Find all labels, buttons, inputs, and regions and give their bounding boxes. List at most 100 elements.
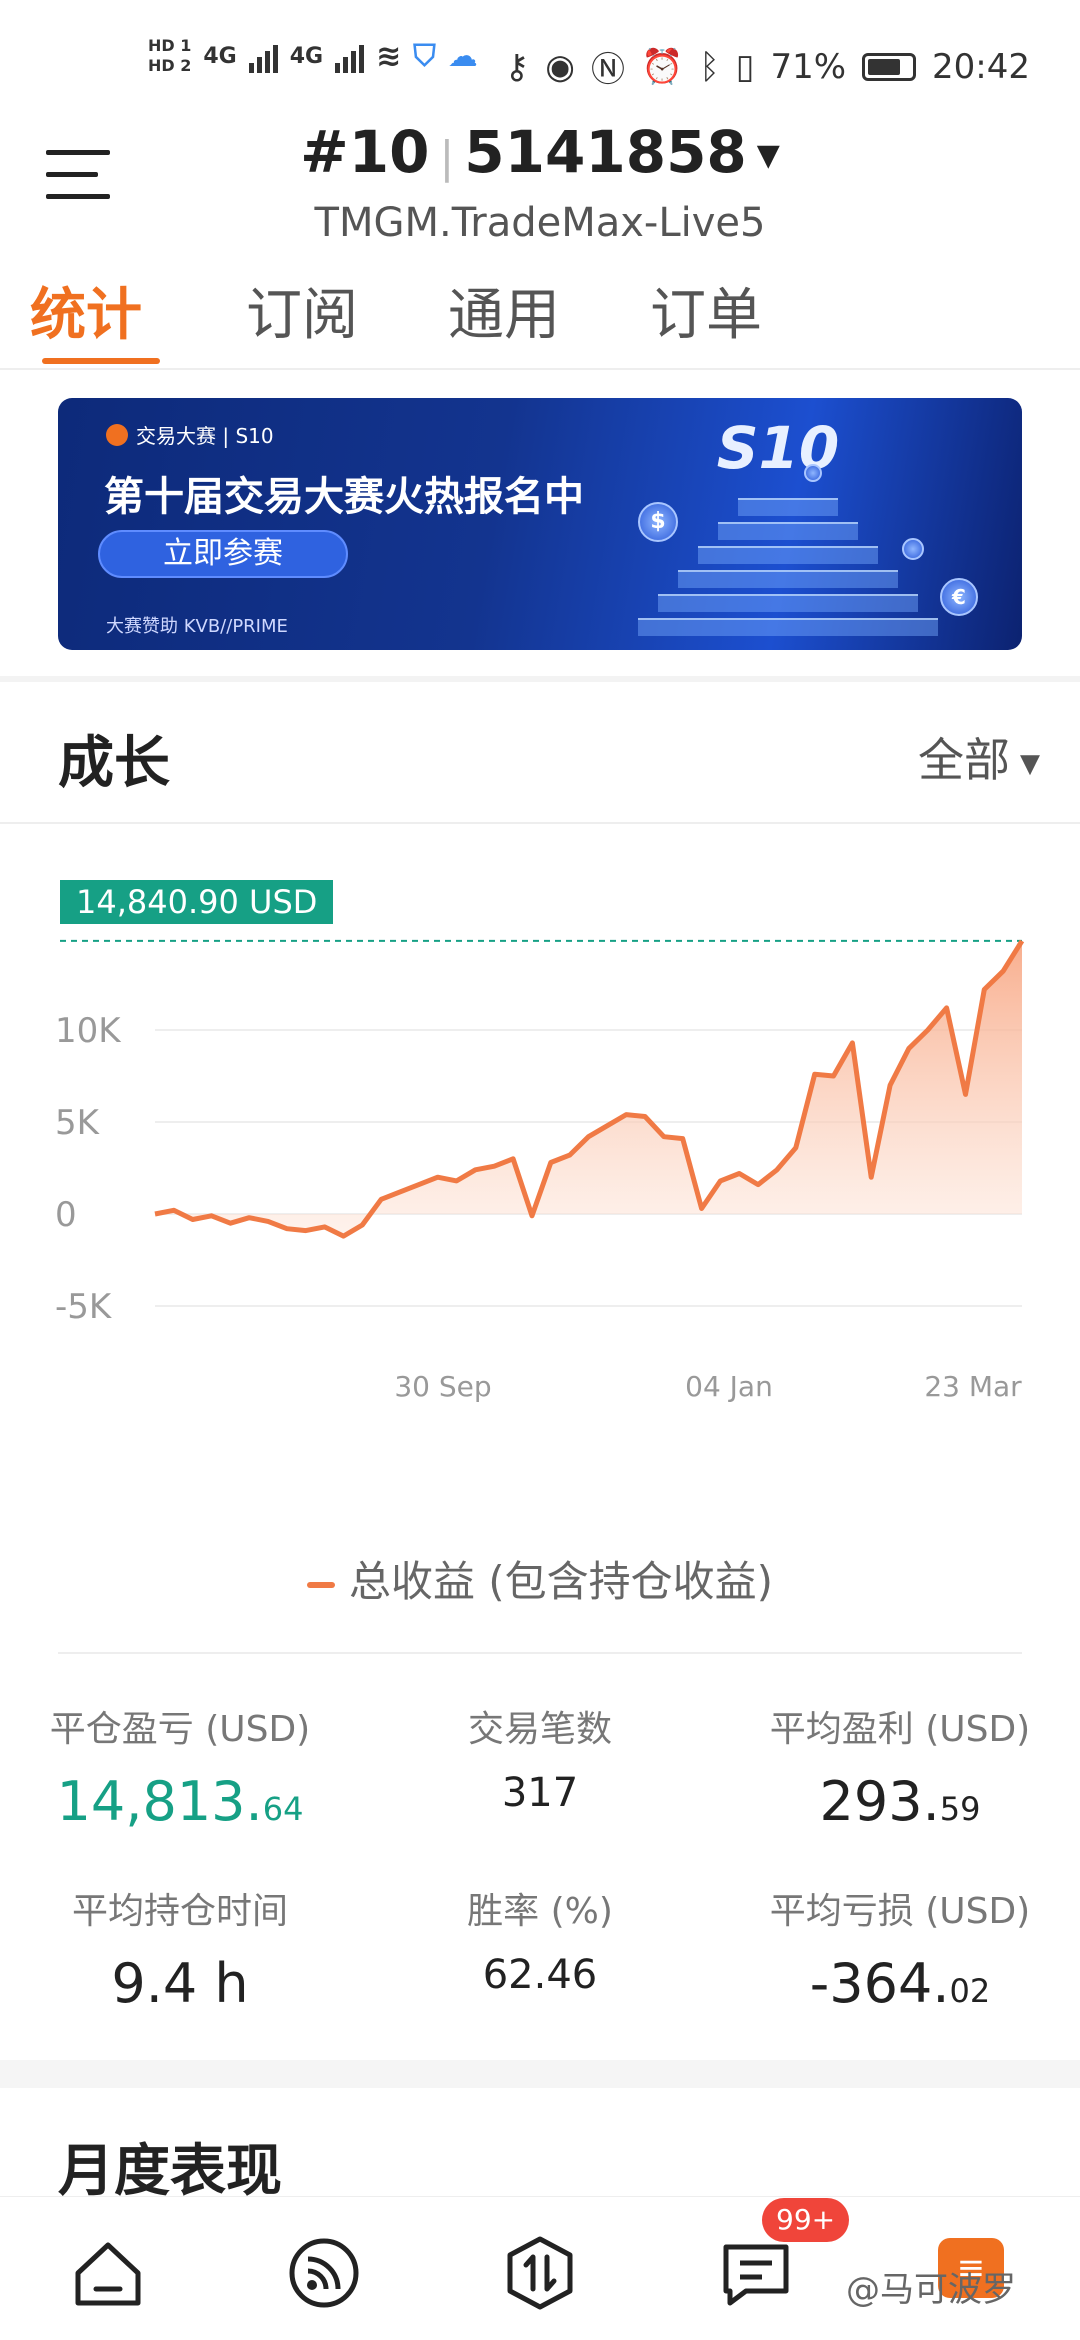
growth-chart[interactable]: 10K 5K 0 -5K 30 Sep 04 Jan 23 Mar 14,840.90 US…	[0, 860, 1080, 1520]
clock: 20:42	[932, 46, 1030, 87]
stat-label: 交易笔数	[467, 1709, 612, 1750]
dollar-coin-icon: $	[638, 502, 678, 542]
account-server: TMGM.TradeMax-Live5	[314, 200, 766, 246]
y-tick-label: 5K	[55, 1103, 101, 1143]
stat-value: 9.4 h	[20, 1952, 340, 2015]
euro-coin-icon: €	[940, 578, 978, 616]
growth-chart-svg: 10K 5K 0 -5K 30 Sep 04 Jan 23 Mar	[55, 939, 1025, 1403]
nav-messages[interactable]	[716, 2233, 796, 2313]
peak-value-label: 14,840.90 USD	[60, 880, 334, 924]
eye-icon: ◉	[545, 46, 575, 87]
join-contest-button[interactable]: 立即参赛	[98, 530, 348, 578]
vibrate-icon: ▯	[735, 46, 755, 87]
x-tick-label: 04 Jan	[685, 1370, 773, 1403]
legend-label: 总收益 (包含持仓收益)	[348, 1557, 774, 1606]
contest-banner[interactable]: 交易大赛 | S10 第十届交易大赛火热报名中 立即参赛 大赛赞助 KVB//P…	[58, 398, 1022, 650]
stat-value-dec: 02	[949, 1972, 991, 2010]
stat-value: 14,813.64	[20, 1770, 340, 1833]
section-divider	[0, 2060, 1080, 2088]
stat-avg-loss: 平均亏损 (USD) -364.02	[740, 1882, 1060, 2015]
stat-label: 胜率 (%)	[467, 1891, 613, 1932]
battery-percent: 71%	[770, 46, 847, 87]
menu-icon-bar	[46, 194, 110, 199]
orb-icon	[902, 538, 924, 560]
chevron-down-icon: ▼	[1020, 748, 1040, 779]
stat-value-dec: 59	[939, 1790, 981, 1828]
banner-brand-text: 交易大赛 | S10	[136, 424, 274, 448]
banner-title: 第十届交易大赛火热报名中	[104, 474, 584, 520]
tab-bar: 统计 订阅 通用 订单	[0, 270, 1080, 370]
orb-icon	[804, 464, 822, 482]
stat-closed-pnl: 平仓盈亏 (USD) 14,813.64	[20, 1700, 340, 1833]
stat-label: 平仓盈亏 (USD)	[49, 1709, 311, 1750]
stat-win-rate: 胜率 (%) 62.46	[380, 1882, 700, 1998]
sim-indicators: HD 1 HD 2	[148, 36, 191, 76]
key-icon: ⚷	[504, 46, 530, 87]
nav-trade[interactable]	[500, 2233, 580, 2313]
y-tick-label: -5K	[55, 1287, 113, 1327]
bluetooth-icon: ᛒ	[699, 46, 720, 87]
sim1-label: HD 1	[148, 36, 192, 55]
signal2-icon	[335, 39, 365, 73]
divider	[58, 1652, 1022, 1654]
shield-icon: ⛉	[413, 38, 436, 74]
chart-legend[interactable]: 总收益 (包含持仓收益)	[0, 1548, 1080, 1609]
stat-value: -364.02	[740, 1952, 1060, 2015]
tab-subscribe[interactable]: 订阅	[246, 270, 358, 351]
nfc-icon: Ⓝ	[590, 50, 625, 90]
wifi-icon: ≋	[376, 38, 402, 74]
stat-avg-profit: 平均盈利 (USD) 293.59	[740, 1700, 1060, 1833]
x-tick-label: 30 Sep	[394, 1370, 491, 1403]
stat-value-int: 9.4 h	[111, 1952, 249, 2015]
status-right: ⚷ ◉ Ⓝ ⏰ ᛒ ▯ 71% 20:42	[504, 42, 1030, 91]
chevron-down-icon: ▼	[756, 138, 780, 174]
banner-sponsor: 大赛赞助 KVB//PRIME	[106, 616, 288, 637]
nav-home[interactable]	[68, 2233, 148, 2313]
stat-value: 293.59	[740, 1770, 1060, 1833]
x-tick-label: 23 Mar	[924, 1370, 1022, 1403]
monthly-title: 月度表现	[58, 2139, 282, 2204]
tab-orders[interactable]: 订单	[650, 270, 762, 351]
brand-logo-icon	[106, 423, 128, 446]
section-divider	[0, 676, 1080, 682]
account-rank: #10	[300, 118, 430, 186]
feed-icon	[289, 2238, 359, 2308]
y-tick-label: 0	[55, 1195, 77, 1235]
stat-label: 平均盈利 (USD)	[769, 1709, 1031, 1750]
active-tab-indicator	[42, 358, 160, 364]
stat-trade-count: 交易笔数 317	[380, 1700, 700, 1816]
stat-value-int: 62.46	[482, 1952, 598, 1998]
banner-brand: 交易大赛 | S10	[106, 420, 274, 449]
signal-icon	[248, 39, 278, 73]
growth-filter-label: 全部	[918, 733, 1010, 787]
growth-title: 成长	[58, 731, 170, 796]
network2-label: 4G	[289, 43, 324, 69]
alarm-icon: ⏰	[640, 46, 684, 87]
growth-filter-dropdown[interactable]: 全部 ▼	[918, 724, 1040, 790]
stat-label: 平均持仓时间	[71, 1891, 288, 1932]
stat-value: 62.46	[380, 1952, 700, 1998]
messages-icon	[723, 2244, 789, 2306]
trade-icon	[507, 2236, 573, 2310]
stat-label: 平均亏损 (USD)	[769, 1891, 1031, 1932]
title-separator: |	[439, 132, 455, 183]
cloud-icon: ☁	[447, 38, 478, 74]
network1-label: 4G	[203, 43, 237, 69]
account-selector[interactable]: #10 | 5141858 ▼	[0, 118, 1080, 186]
legend-swatch	[306, 1581, 335, 1588]
nav-feed[interactable]	[284, 2233, 364, 2313]
watermark: @马可波罗	[846, 2270, 1016, 2310]
stairs-illustration	[618, 478, 958, 650]
tab-statistics[interactable]: 统计	[30, 270, 142, 351]
stat-value-int: 293.	[819, 1770, 940, 1833]
battery-icon	[862, 52, 917, 81]
tab-general[interactable]: 通用	[448, 270, 560, 351]
account-id: 5141858	[464, 118, 747, 186]
status-left: HD 1 HD 2 4G 4G ≋ ⛉ ☁	[148, 36, 478, 76]
banner-s10-badge: S10	[716, 414, 840, 482]
messages-badge: 99+	[762, 2198, 850, 2242]
stat-value-int: 14,813.	[56, 1770, 263, 1833]
status-bar: HD 1 HD 2 4G 4G ≋ ⛉ ☁ ⚷ ◉ Ⓝ ⏰ ᛒ ▯ 71% 20…	[0, 0, 1080, 130]
divider	[0, 822, 1080, 824]
stat-value: 317	[380, 1770, 700, 1816]
